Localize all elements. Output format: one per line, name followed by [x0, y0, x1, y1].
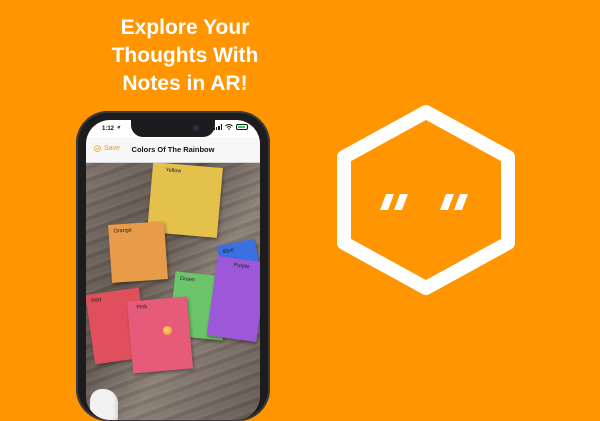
open-quote-mark [380, 194, 408, 210]
ar-camera-view[interactable]: Yellow Orange Blue Green Purple Red Pink [86, 162, 260, 420]
note-label: Green [179, 275, 196, 284]
note-orange[interactable]: Orange [108, 221, 168, 283]
battery-icon [236, 124, 248, 130]
headline-line-1: Explore Your [120, 16, 250, 39]
note-label: Red [90, 296, 102, 305]
front-camera-icon [193, 125, 199, 131]
phone-notch [131, 120, 215, 137]
phone-mockup: 1:12 Save Colors Of The Rainbow Yellow O… [76, 111, 270, 421]
quote-hexagon-icon [337, 105, 515, 295]
status-icons [213, 124, 248, 130]
note-purple[interactable]: Purple [206, 255, 260, 343]
status-time-text: 1:12 [102, 126, 115, 132]
note-label: Purple [233, 262, 250, 271]
headline: Explore Your Thoughts With Notes in AR! [60, 14, 310, 98]
headline-line-3: Notes in AR! [122, 72, 248, 95]
wifi-icon [225, 124, 233, 130]
note-label: Orange [113, 227, 133, 235]
nav-title: Colors Of The Rainbow [131, 145, 215, 154]
headline-line-2: Thoughts With [111, 44, 259, 67]
note-label: Pink [136, 304, 148, 311]
location-arrow-icon [116, 125, 121, 130]
hand-object [90, 389, 118, 420]
nav-bar: Save Colors Of The Rainbow [86, 138, 260, 163]
status-time: 1:12 [102, 125, 121, 132]
phone-screen: 1:12 Save Colors Of The Rainbow Yellow O… [86, 120, 260, 420]
close-quote-mark [440, 194, 468, 210]
note-pink[interactable]: Pink [126, 296, 194, 374]
note-label: Yellow [165, 167, 182, 175]
note-label: Blue [222, 247, 235, 256]
orange-ball-object [163, 326, 172, 335]
